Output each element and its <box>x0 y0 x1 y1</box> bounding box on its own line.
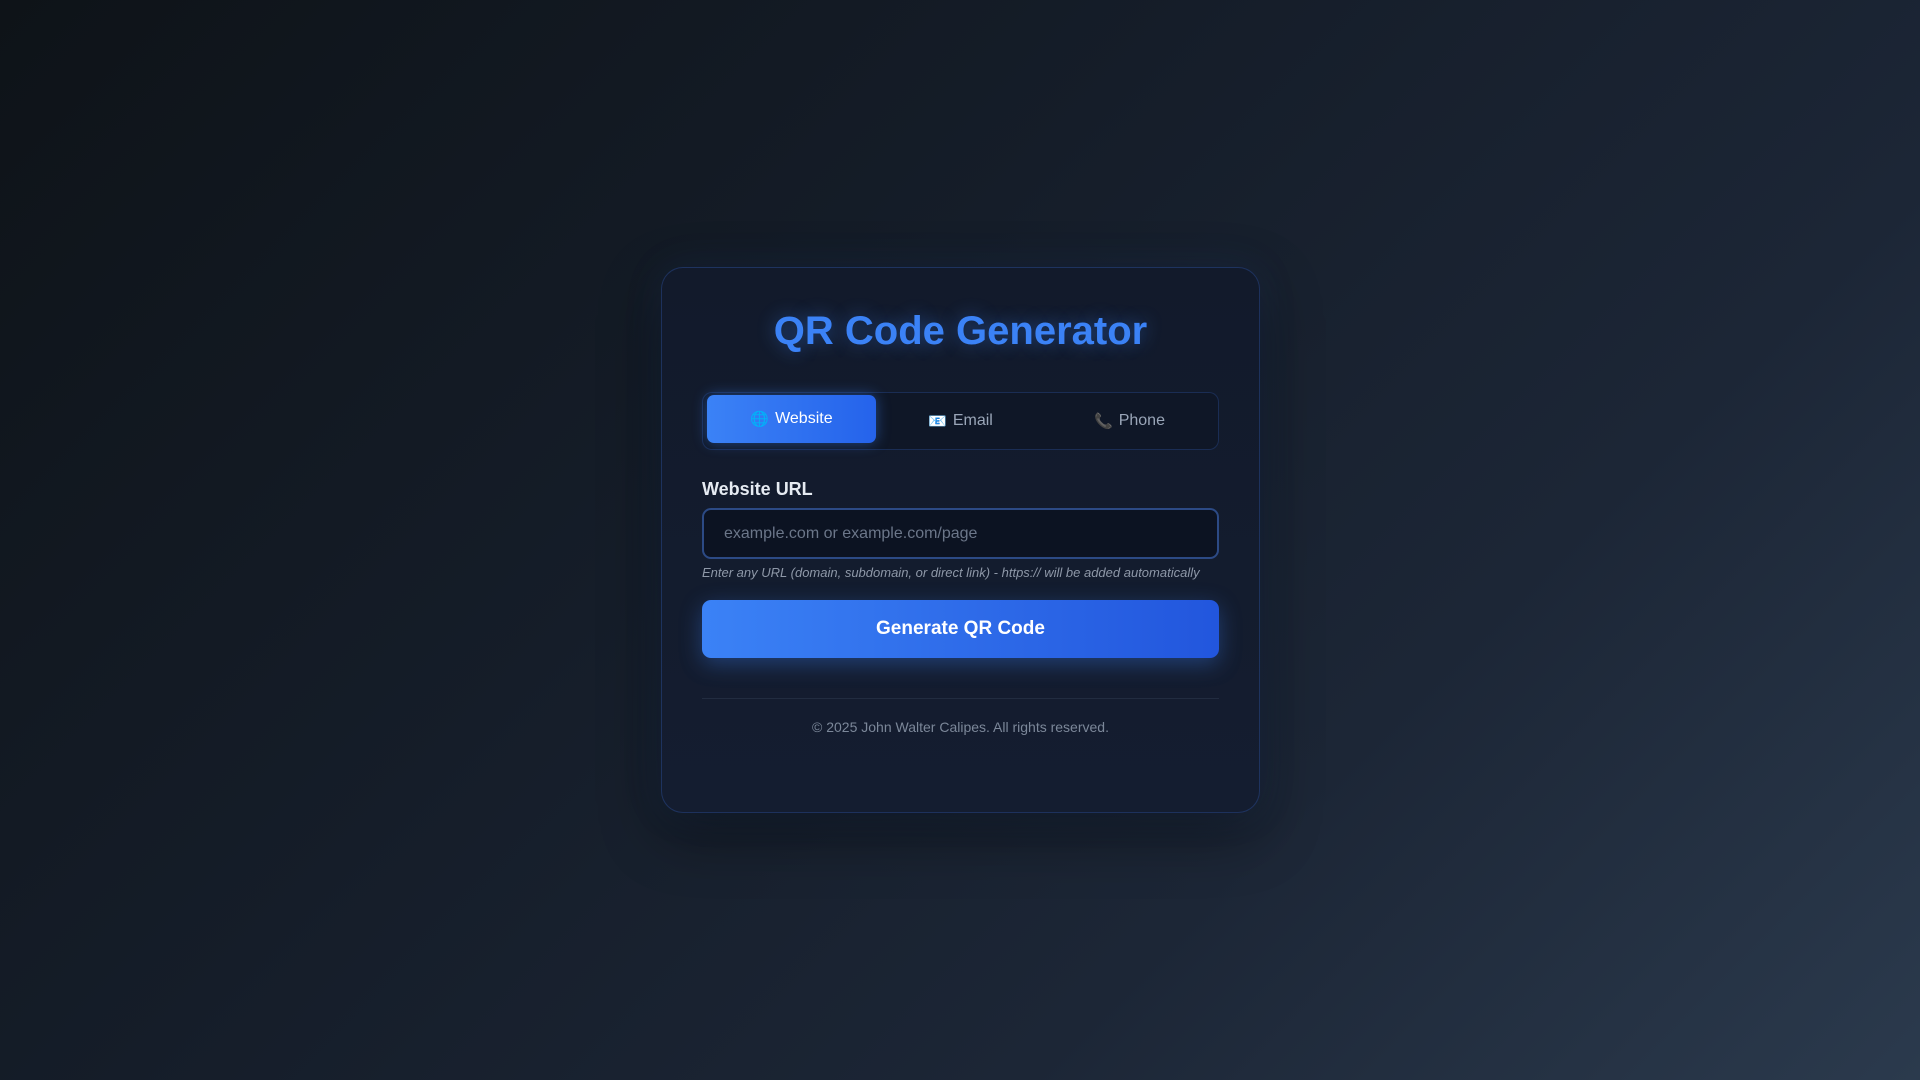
footer-divider <box>702 698 1219 699</box>
tab-label: Website <box>775 410 833 427</box>
tab-label: Phone <box>1118 412 1165 429</box>
page-title: QR Code Generator <box>773 309 1148 353</box>
phone-icon: 📞 <box>1094 412 1113 430</box>
generator-card: QR Code Generator 🌐 Website 📧 Email 📞 Ph… <box>661 267 1260 813</box>
url-hint: Enter any URL (domain, subdomain, or dir… <box>702 565 1200 580</box>
copyright-footer: © 2025 John Walter Calipes. All rights r… <box>812 719 1109 735</box>
website-url-label: Website URL <box>702 479 813 499</box>
generate-qr-button[interactable]: Generate QR Code <box>702 600 1219 658</box>
email-icon: 📧 <box>928 412 947 430</box>
globe-icon: 🌐 <box>750 410 770 428</box>
tab-email[interactable]: 📧 Email <box>876 397 1045 445</box>
tab-website[interactable]: 🌐 Website <box>707 395 876 443</box>
tab-label: Email <box>952 412 993 429</box>
tab-phone[interactable]: 📞 Phone <box>1045 397 1214 445</box>
type-tabs: 🌐 Website 📧 Email 📞 Phone <box>702 392 1219 450</box>
website-url-input[interactable] <box>702 508 1219 559</box>
